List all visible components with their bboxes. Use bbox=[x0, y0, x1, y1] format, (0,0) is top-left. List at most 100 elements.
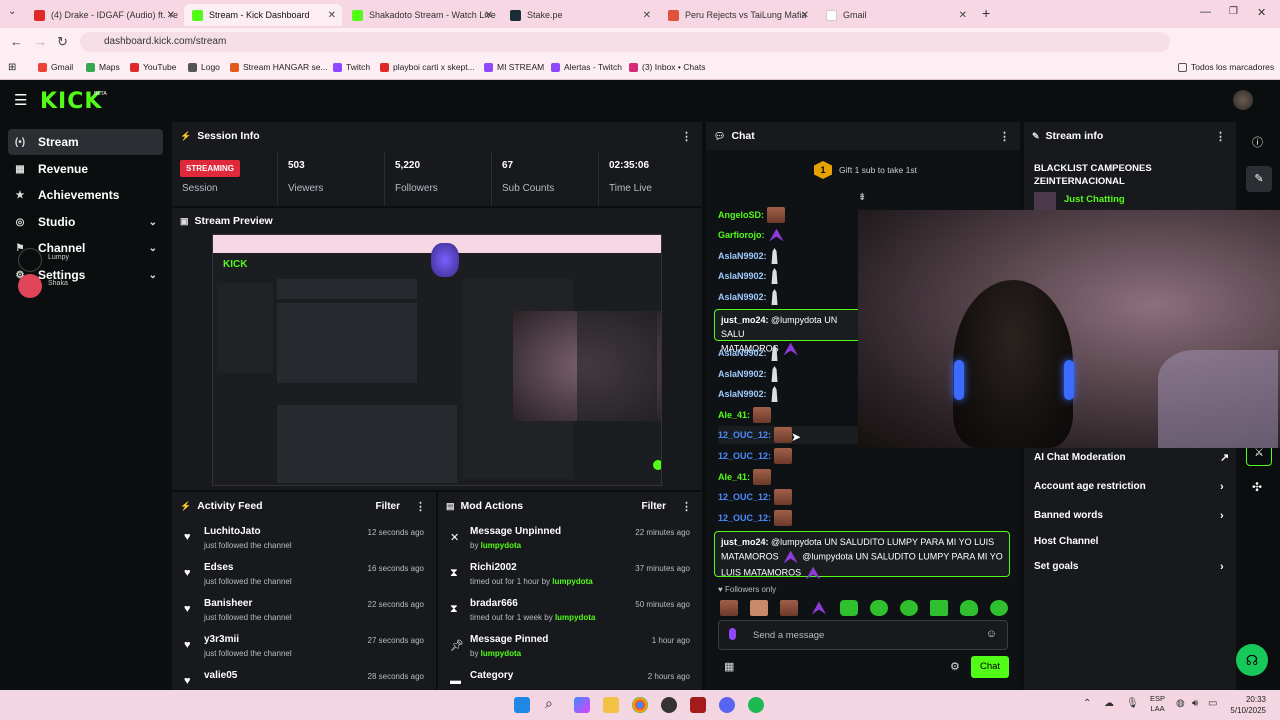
info-icon[interactable]: ⓘ bbox=[1252, 134, 1263, 150]
emote-hand[interactable] bbox=[750, 600, 768, 616]
copilot-icon[interactable] bbox=[574, 697, 590, 713]
emote-green[interactable] bbox=[930, 600, 948, 616]
stream-preview-video[interactable]: KICK bbox=[212, 234, 662, 486]
tab-peru-rejects[interactable]: Peru Rejects vs TaiLung Mafia ✕ bbox=[660, 4, 815, 26]
emote-green[interactable] bbox=[960, 600, 978, 616]
reload-icon[interactable]: ↻ bbox=[57, 34, 68, 50]
chat-username[interactable]: AslaN9902: bbox=[718, 369, 767, 379]
bookmark-maps[interactable]: Maps bbox=[86, 62, 120, 72]
back-icon[interactable]: ← bbox=[10, 34, 23, 49]
chat-username[interactable]: Ale_41: bbox=[718, 472, 750, 482]
mod-user-link[interactable]: lumpydota bbox=[481, 649, 521, 658]
chat-username[interactable]: AslaN9902: bbox=[718, 389, 767, 399]
action-set-goals[interactable]: Set goals › bbox=[1034, 561, 1224, 573]
emote-face[interactable] bbox=[780, 600, 798, 616]
chrome-icon[interactable] bbox=[632, 697, 648, 713]
action-banned-words[interactable]: Banned words › bbox=[1034, 510, 1224, 522]
activity-user[interactable]: LuchitoJato bbox=[204, 526, 261, 537]
bookmark-playboi[interactable]: playboi carti x skept... bbox=[380, 62, 475, 72]
send-chat-button[interactable]: Chat bbox=[971, 656, 1009, 678]
close-icon[interactable]: ✕ bbox=[801, 10, 809, 21]
filter-button[interactable]: Filter bbox=[642, 501, 666, 512]
chat-username[interactable]: AslaN9902: bbox=[718, 348, 767, 358]
obs-icon[interactable] bbox=[661, 697, 677, 713]
chat-store-icon[interactable]: ▦ bbox=[724, 660, 734, 673]
mod-action[interactable]: Richi2002 bbox=[470, 562, 517, 573]
chat-username[interactable]: Garfiorojo: bbox=[718, 230, 765, 240]
sidebar-item-revenue[interactable]: ▦ Revenue bbox=[8, 156, 163, 182]
hamburger-menu-icon[interactable]: ☰ bbox=[14, 91, 27, 109]
emote-green[interactable] bbox=[870, 600, 888, 616]
microphone-icon[interactable] bbox=[729, 628, 736, 640]
activity-user[interactable]: Banisheer bbox=[204, 598, 252, 609]
tab-gmail[interactable]: Gmail ✕ bbox=[818, 4, 973, 26]
chat-username[interactable]: 12_OUC_12: bbox=[718, 430, 771, 440]
more-options-icon[interactable]: ⋮ bbox=[415, 500, 426, 513]
category-link[interactable]: Just Chatting bbox=[1064, 194, 1125, 205]
chat-username[interactable]: 12_OUC_12: bbox=[718, 513, 771, 523]
more-options-icon[interactable]: ⋮ bbox=[1215, 130, 1226, 143]
chat-username[interactable]: AslaN9902: bbox=[718, 251, 767, 261]
action-ai-chat-moderation[interactable]: AI Chat Moderation ↗ bbox=[1034, 452, 1229, 464]
sidebar-item-stream[interactable]: (•) Stream bbox=[8, 129, 163, 155]
emote-green[interactable] bbox=[840, 600, 858, 616]
chat-username[interactable]: 12_OUC_12: bbox=[718, 492, 771, 502]
emoji-icon[interactable]: ☺ bbox=[986, 628, 997, 640]
tab-youtube[interactable]: (4) Drake - IDGAF (Audio) ft. Ye ✕ bbox=[26, 4, 181, 26]
cloud-icon[interactable]: ☁ bbox=[1104, 698, 1114, 709]
tab-shakadoto[interactable]: Shakadoto Stream - Watch Live ✕ bbox=[344, 4, 499, 26]
minimize-icon[interactable]: — bbox=[1200, 6, 1211, 18]
more-options-icon[interactable]: ⋮ bbox=[999, 130, 1010, 143]
chat-username[interactable]: just_mo24: bbox=[721, 537, 769, 547]
chat-username[interactable]: AslaN9902: bbox=[718, 292, 767, 302]
close-icon[interactable]: ✕ bbox=[167, 10, 175, 21]
chat-username[interactable]: Ale_41: bbox=[718, 410, 750, 420]
activity-user[interactable]: y3r3mii bbox=[204, 634, 239, 645]
chat-settings-icon[interactable]: ⚙ bbox=[950, 660, 960, 673]
bookmark-twitch[interactable]: Twitch bbox=[333, 62, 370, 72]
tab-kick-dashboard[interactable]: Stream - Kick Dashboard ✕ bbox=[184, 4, 342, 26]
discord-icon[interactable] bbox=[719, 697, 735, 713]
all-bookmarks[interactable]: Todos los marcadores bbox=[1178, 62, 1274, 72]
chat-username[interactable]: just_mo24: bbox=[721, 315, 769, 325]
bookmark-mi-stream[interactable]: MI STREAM bbox=[484, 62, 544, 72]
url-input[interactable]: dashboard.kick.com/stream bbox=[80, 32, 1170, 52]
forward-icon[interactable]: → bbox=[34, 34, 47, 49]
bookmark-alertas[interactable]: Alertas - Twitch bbox=[551, 62, 622, 72]
close-icon[interactable]: ✕ bbox=[959, 10, 967, 21]
more-options-icon[interactable]: ⋮ bbox=[681, 130, 692, 143]
file-explorer-icon[interactable] bbox=[603, 697, 619, 713]
pinned-collapse-icon[interactable]: ⇟ bbox=[858, 192, 866, 203]
close-icon[interactable]: ✕ bbox=[485, 10, 493, 21]
search-icon[interactable]: ⌕ bbox=[545, 695, 553, 712]
volume-icon[interactable]: 🔊︎ bbox=[1192, 698, 1198, 709]
apps-icon[interactable]: ⊞ bbox=[8, 62, 16, 73]
windows-start-icon[interactable] bbox=[514, 697, 530, 713]
spotify-icon[interactable] bbox=[748, 697, 764, 713]
bookmark-inbox[interactable]: (3) Inbox • Chats bbox=[629, 62, 705, 72]
more-options-icon[interactable]: ⋮ bbox=[681, 500, 692, 513]
mod-user-link[interactable]: lumpydota bbox=[555, 613, 595, 622]
chat-input[interactable]: Send a message ☺ bbox=[718, 620, 1008, 650]
mic-icon[interactable]: 🎙︎ bbox=[1126, 698, 1139, 709]
network-icon[interactable]: ◍ bbox=[1176, 698, 1185, 709]
mod-action[interactable]: bradar666 bbox=[470, 598, 518, 609]
chat-username[interactable]: AngeloSD: bbox=[718, 210, 764, 220]
chat-username[interactable]: 12_OUC_12: bbox=[718, 451, 771, 461]
emote-face[interactable] bbox=[720, 600, 738, 616]
sidebar-item-achievements[interactable]: ★ Achievements bbox=[8, 182, 163, 208]
emote-purple[interactable] bbox=[811, 601, 827, 615]
emote-green[interactable] bbox=[990, 600, 1008, 616]
new-tab-icon[interactable]: + bbox=[982, 5, 990, 21]
filter-button[interactable]: Filter bbox=[376, 501, 400, 512]
activity-user[interactable]: Edses bbox=[204, 562, 233, 573]
widgets-icon[interactable]: ✣ bbox=[1252, 480, 1262, 494]
tab-stake[interactable]: Stake.pe ✕ bbox=[502, 4, 657, 26]
battery-icon[interactable]: ▭ bbox=[1208, 698, 1217, 709]
chat-username[interactable]: AslaN9902: bbox=[718, 271, 767, 281]
clock[interactable]: 20:33 5/10/2025 bbox=[1222, 694, 1266, 716]
language-indicator[interactable]: ESP LAA bbox=[1150, 694, 1165, 714]
bookmark-hangar[interactable]: Stream HANGAR se... bbox=[230, 62, 328, 72]
action-host-channel[interactable]: Host Channel bbox=[1034, 536, 1098, 547]
action-account-age-restriction[interactable]: Account age restriction › bbox=[1034, 481, 1224, 493]
